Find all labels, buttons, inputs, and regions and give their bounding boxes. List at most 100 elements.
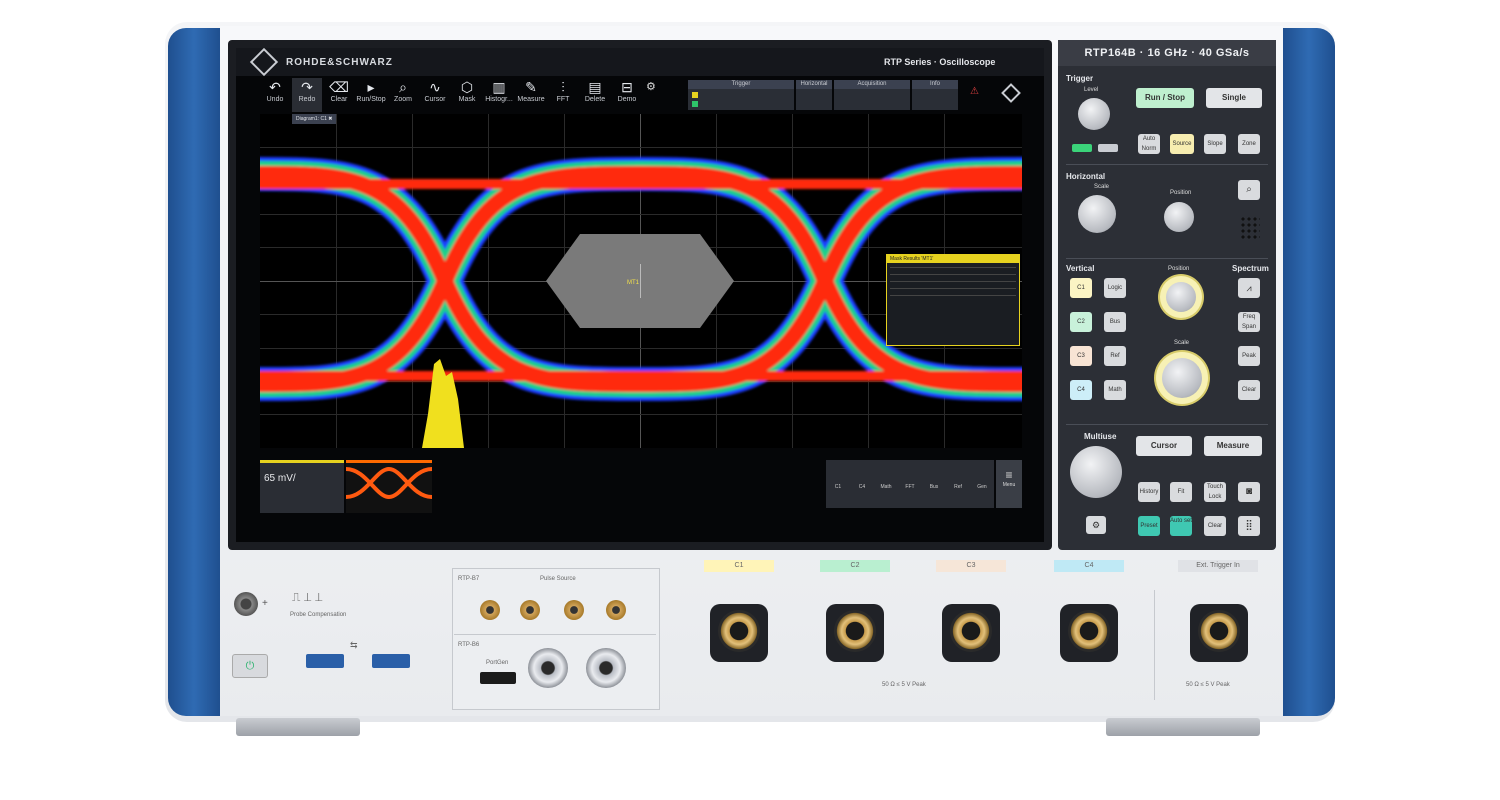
undo-button[interactable]: ↶ Undo <box>260 78 290 112</box>
mask-results-panel[interactable]: Mask Results 'MT1' <box>886 254 1020 346</box>
horizontal-position-knob[interactable] <box>1164 202 1194 232</box>
measure-button[interactable]: Measure <box>1204 436 1262 456</box>
camera-icon[interactable]: ◙ <box>1238 482 1260 502</box>
brand-name: ROHDE&SCHWARZ <box>286 57 393 68</box>
math-button[interactable]: Math <box>1104 380 1126 400</box>
speaker-grille <box>1240 216 1260 240</box>
redo-icon: ↷ <box>301 79 313 95</box>
eye-thumbnail[interactable] <box>345 460 433 513</box>
acquisition-info[interactable]: Acquisition <box>834 80 910 110</box>
c1-button[interactable]: C1 <box>1070 278 1092 298</box>
zoom-button[interactable]: ⌕ Zoom <box>388 78 418 112</box>
gen-out-connector-1[interactable] <box>528 648 568 688</box>
auto-set-button[interactable]: Auto set <box>1170 516 1192 536</box>
peak-button[interactable]: Peak <box>1238 346 1260 366</box>
cursor-button[interactable]: ∿ Cursor <box>420 78 450 112</box>
portgen-port[interactable] <box>480 672 516 684</box>
bus-button[interactable]: Bus <box>1104 312 1126 332</box>
vertical-scale-knob[interactable] <box>1162 358 1202 398</box>
spectrum-icon[interactable]: ⩘ <box>1238 278 1260 298</box>
usb-port-1[interactable] <box>306 654 344 668</box>
channel-tab-c3: C3 <box>936 560 1006 572</box>
pulse-connector-4[interactable] <box>606 600 626 620</box>
menu-ref[interactable]: Ref <box>946 484 970 490</box>
fft-button[interactable]: ⫶ FFT <box>548 78 578 112</box>
freq-span-button[interactable]: Freq Span <box>1238 312 1260 332</box>
settings-icon[interactable]: ⚙ <box>1086 516 1106 534</box>
channel-c1-tile[interactable]: 65 mV/ <box>260 460 344 513</box>
histogram-icon: ▥ <box>492 79 506 95</box>
menu-c4[interactable]: C4 <box>850 484 874 490</box>
right-foot <box>1106 718 1260 736</box>
hamburger-icon: ≡ <box>1005 468 1013 482</box>
keypad-icon[interactable]: ⣿ <box>1238 516 1260 536</box>
menu-c1[interactable]: C1 <box>826 484 850 490</box>
multiuse-knob[interactable] <box>1070 446 1122 498</box>
c2-button[interactable]: C2 <box>1070 312 1092 332</box>
clear-button[interactable]: Clear <box>1204 516 1226 536</box>
logic-button[interactable]: Logic <box>1104 278 1126 298</box>
fit-button[interactable]: Fit <box>1170 482 1192 502</box>
horizontal-info[interactable]: Horizontal <box>796 80 832 110</box>
vertical-section-label: Vertical <box>1066 264 1095 273</box>
measure-button[interactable]: ✎ Measure <box>516 78 546 112</box>
history-button[interactable]: History <box>1138 482 1160 502</box>
delete-button[interactable]: ▤ Delete <box>580 78 610 112</box>
ref-button[interactable]: Ref <box>1104 346 1126 366</box>
clear-button[interactable]: ⌫ Clear <box>324 78 354 112</box>
menu-gen[interactable]: Gen <box>970 484 994 490</box>
pulse-connector-1[interactable] <box>480 600 500 620</box>
horizontal-scale-knob[interactable] <box>1078 195 1116 233</box>
auto-norm-button[interactable]: Auto Norm <box>1138 134 1160 154</box>
touch-lock-button[interactable]: Touch Lock <box>1204 482 1226 502</box>
menu-fft[interactable]: FFT <box>898 484 922 490</box>
info-box[interactable]: Info <box>912 80 958 110</box>
power-button[interactable]: ⏻ <box>232 654 268 678</box>
portgen-label: PortGen <box>486 660 509 666</box>
input-connector-c2[interactable] <box>826 604 884 662</box>
run-stop-button[interactable]: ▸ Run/Stop <box>356 78 386 112</box>
trigger-level-knob[interactable] <box>1078 98 1110 130</box>
left-handle <box>168 28 220 716</box>
oscilloscope-screen: ROHDE&SCHWARZ RTP Series · Oscilloscope … <box>236 48 1044 542</box>
c3-button[interactable]: C3 <box>1070 346 1092 366</box>
c4-button[interactable]: C4 <box>1070 380 1092 400</box>
single-button[interactable]: Single <box>1206 88 1262 108</box>
menu-math[interactable]: Math <box>874 484 898 490</box>
preset-button[interactable]: Preset <box>1138 516 1160 536</box>
slope-button[interactable]: Slope <box>1204 134 1226 154</box>
menu-bus[interactable]: Bus <box>922 484 946 490</box>
play-icon: ▸ <box>367 79 375 95</box>
histogram-button[interactable]: ▥ Histogr... <box>484 78 514 112</box>
pulse-connector-2[interactable] <box>520 600 540 620</box>
run-stop-button[interactable]: Run / Stop <box>1136 88 1194 108</box>
zone-button[interactable]: Zone <box>1238 134 1260 154</box>
channel-tab-c4: C4 <box>1054 560 1124 572</box>
usb-port-2[interactable] <box>372 654 410 668</box>
zoom-icon: ⌕ <box>399 79 407 95</box>
control-panel: RTP164B · 16 GHz · 40 GSa/s Trigger Leve… <box>1058 40 1276 550</box>
diagram-tab[interactable]: Diagram1: C1 ✖ <box>292 114 337 124</box>
input-connector-c1[interactable] <box>710 604 768 662</box>
mask-label: MT1 <box>627 280 640 286</box>
trigger-info[interactable]: Trigger <box>688 80 794 110</box>
source-button[interactable]: Source <box>1170 134 1194 154</box>
redo-button[interactable]: ↷ Redo <box>292 78 322 112</box>
warning-icon: ⚠ <box>970 86 979 97</box>
menu-button[interactable]: ≡ Menu <box>996 460 1022 508</box>
gen-out-connector-2[interactable] <box>586 648 626 688</box>
mask-button[interactable]: ⬡ Mask <box>452 78 482 112</box>
multiuse-section-label: Multiuse <box>1084 432 1117 441</box>
cursor-button[interactable]: Cursor <box>1136 436 1192 456</box>
ext-trigger-connector[interactable] <box>1190 604 1248 662</box>
undo-icon: ↶ <box>269 79 281 95</box>
spectrum-clear-button[interactable]: Clear <box>1238 380 1260 400</box>
input-connector-c3[interactable] <box>942 604 1000 662</box>
ground-terminal[interactable] <box>234 592 258 616</box>
demo-button[interactable]: ⊟ Demo <box>612 78 642 112</box>
pulse-connector-3[interactable] <box>564 600 584 620</box>
input-connector-c4[interactable] <box>1060 604 1118 662</box>
zoom-search-icon[interactable]: ⌕ <box>1238 180 1260 200</box>
settings-gear-icon[interactable]: ⚙ <box>646 80 656 93</box>
vertical-position-knob[interactable] <box>1166 282 1196 312</box>
